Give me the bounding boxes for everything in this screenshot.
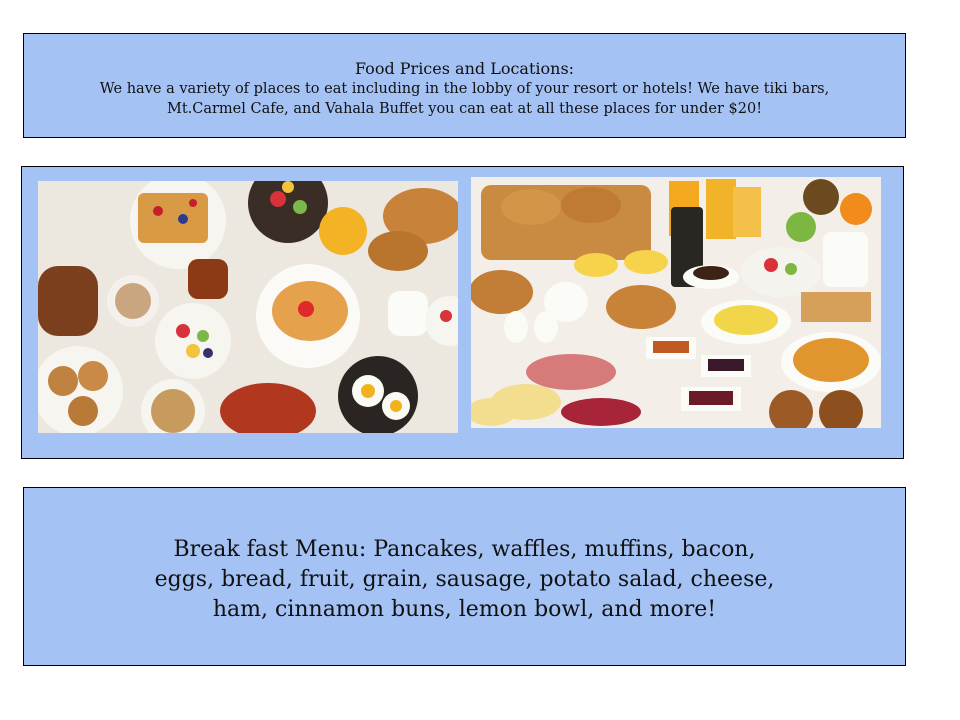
breakfast-buffet-photo [471,177,881,428]
food-prices-box: Food Prices and Locations: We have a var… [23,33,906,138]
food-prices-title: Food Prices and Locations: [354,59,575,78]
breakfast-table-photo [38,181,458,433]
breakfast-menu-box: Break fast Menu: Pancakes, waffles, muff… [23,487,906,666]
breakfast-menu-text: Break fast Menu: Pancakes, waffles, muff… [154,537,775,622]
food-prices-body: We have a variety of places to eat inclu… [99,81,830,117]
breakfast-photos-box [21,166,904,459]
